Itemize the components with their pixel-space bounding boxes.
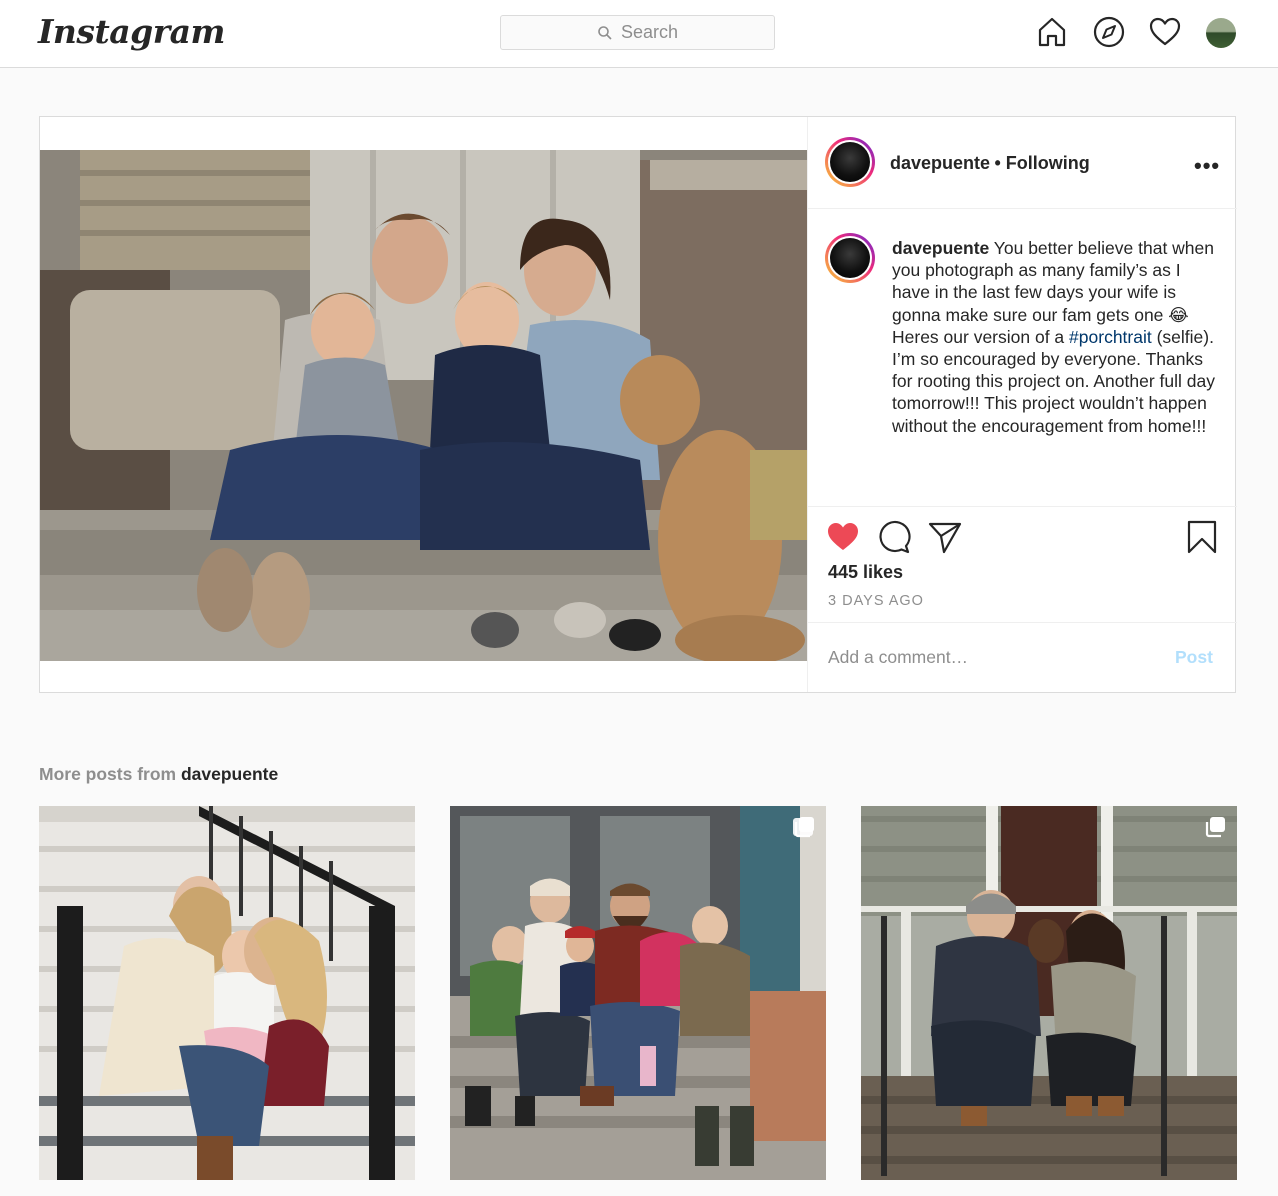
caption-username[interactable]: davepuente — [892, 238, 989, 258]
instagram-logo[interactable]: Instagram — [38, 12, 225, 51]
activity-heart-icon[interactable] — [1148, 15, 1182, 49]
thumbnail-post-2[interactable] — [450, 806, 826, 1180]
author-username[interactable]: davepuente — [890, 153, 990, 173]
like-heart-icon[interactable] — [825, 519, 861, 555]
thumbnail-post-3[interactable] — [861, 806, 1237, 1180]
caption-avatar[interactable] — [825, 233, 875, 283]
more-options-icon[interactable]: ••• — [1194, 153, 1220, 179]
more-posts-username[interactable]: davepuente — [181, 764, 278, 784]
post-card: davepuente • Following ••• davepuente Yo… — [39, 116, 1237, 693]
comment-icon[interactable] — [876, 519, 912, 555]
share-icon[interactable] — [927, 519, 963, 555]
top-nav: Instagram Search — [0, 0, 1278, 68]
multiple-photos-icon — [1205, 817, 1225, 838]
comment-input[interactable]: Add a comment… — [828, 647, 968, 668]
post-photo[interactable] — [40, 150, 807, 661]
likes-count[interactable]: 445 likes — [828, 562, 903, 583]
comment-bar: Add a comment… Post — [808, 622, 1237, 692]
home-icon[interactable] — [1035, 15, 1069, 49]
save-bookmark-icon[interactable] — [1184, 519, 1220, 555]
explore-icon[interactable] — [1092, 15, 1126, 49]
search-placeholder: Search — [620, 22, 679, 42]
thumbnail-post-1[interactable] — [39, 806, 415, 1180]
following-button[interactable]: • Following — [994, 153, 1089, 173]
search-icon — [598, 25, 612, 40]
profile-avatar[interactable] — [1206, 18, 1236, 48]
post-comment-button[interactable]: Post — [1175, 647, 1213, 668]
post-header: davepuente • Following ••• — [808, 117, 1237, 209]
post-timestamp[interactable]: 3 DAYS AGO — [828, 593, 924, 609]
author-avatar[interactable] — [825, 137, 875, 187]
post-actions: 445 likes 3 DAYS AGO — [808, 506, 1237, 622]
post-sidebar: davepuente • Following ••• davepuente Yo… — [807, 117, 1237, 692]
more-posts-heading: More posts from davepuente — [39, 764, 278, 785]
more-posts-prefix: More posts from — [39, 764, 177, 784]
multiple-photos-icon — [794, 817, 814, 838]
post-caption: davepuente You better believe that when … — [892, 237, 1222, 437]
caption-hashtag-link[interactable]: #porchtrait — [1069, 327, 1152, 347]
search-input[interactable]: Search — [500, 15, 775, 50]
